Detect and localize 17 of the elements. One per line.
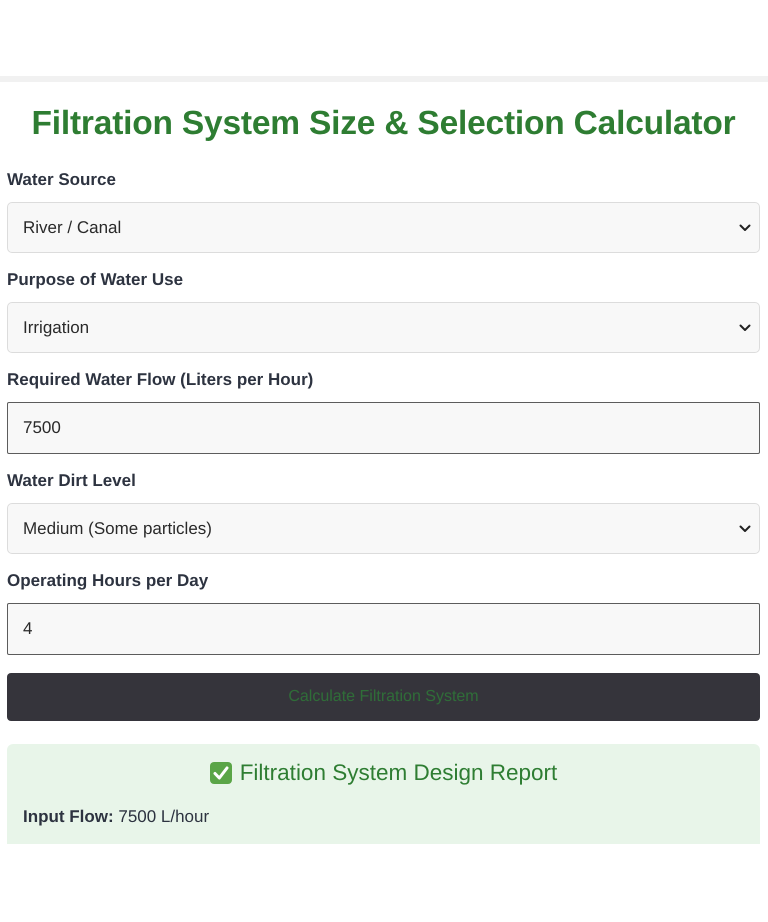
dropdown-field[interactable]: River / Canal [7,202,760,253]
checkmark-icon [210,762,232,784]
report-text: Input Flow: 7500 L/hour [23,806,210,828]
field-label: Water Source [7,170,117,190]
input-field[interactable]: 7500 [7,402,760,454]
page-title: Filtration System Size & Selection Calculator [30,104,736,144]
report-title: Filtration System Design Report [240,759,558,787]
dropdown-field[interactable]: Medium (Some particles) [7,503,760,554]
chevron-down-icon [739,524,751,532]
chevron-down-icon [739,224,751,232]
input-field[interactable]: 4 [7,603,760,655]
field-label: Purpose of Water Use [7,270,184,290]
field-label: Required Water Flow (Liters per Hour) [7,370,314,390]
field-label: Water Dirt Level [7,471,137,491]
chevron-down-icon [739,324,751,332]
dropdown-field[interactable]: Irrigation [7,302,760,353]
field-label: Operating Hours per Day [7,571,210,591]
